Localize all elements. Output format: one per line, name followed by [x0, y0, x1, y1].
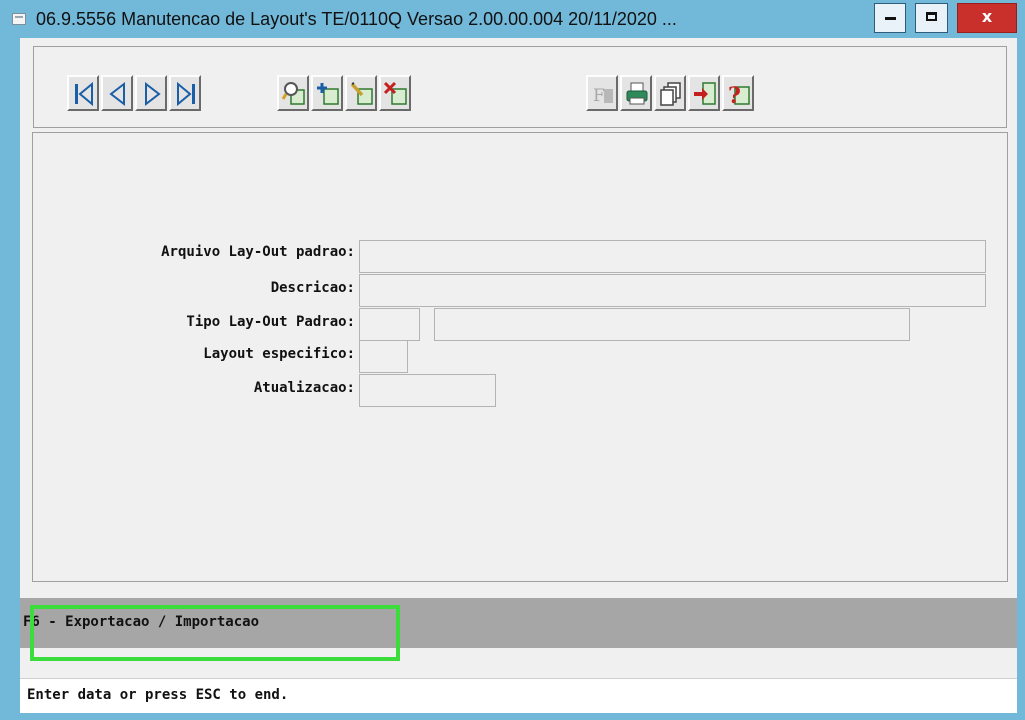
- close-button[interactable]: x: [957, 3, 1017, 33]
- descricao-field[interactable]: [359, 274, 986, 307]
- search-button[interactable]: [277, 75, 309, 111]
- print-icon: [626, 82, 648, 105]
- svg-text:?: ?: [728, 83, 741, 107]
- tipo-description-field: [434, 308, 910, 341]
- help-button[interactable]: ?: [722, 75, 754, 111]
- close-icon: x: [981, 7, 993, 26]
- especifico-label: Layout especifico:: [203, 346, 355, 362]
- delete-record-button[interactable]: [379, 75, 411, 111]
- minimize-button[interactable]: [874, 3, 906, 33]
- status-bar: Enter data or press ESC to end.: [20, 678, 1017, 713]
- delete-record-icon: [384, 81, 407, 105]
- add-record-icon: [317, 83, 339, 105]
- form-panel: Arquivo Lay-Out padrao: Descricao: Tipo …: [32, 132, 1008, 582]
- filter-icon: F: [593, 86, 613, 106]
- tipo-label: Tipo Lay-Out Padrao:: [186, 314, 355, 330]
- first-record-icon: [75, 81, 93, 107]
- arquivo-label: Arquivo Lay-Out padrao:: [161, 244, 355, 260]
- next-record-button[interactable]: [135, 75, 167, 111]
- last-record-button[interactable]: [169, 75, 201, 111]
- atualizacao-field[interactable]: [359, 374, 496, 407]
- edit-record-icon: [350, 82, 373, 105]
- app-icon: [12, 13, 26, 25]
- help-icon: ?: [728, 83, 750, 107]
- last-record-icon: [177, 81, 195, 107]
- client-area: F ? Arquivo Lay-Out padrao: Descricao: T…: [20, 38, 1017, 713]
- copy-icon: [660, 82, 681, 106]
- search-icon: [282, 82, 305, 105]
- title-bar[interactable]: 06.9.5556 Manutencao de Layout's TE/0110…: [0, 0, 1025, 38]
- app-window: 06.9.5556 Manutencao de Layout's TE/0110…: [0, 0, 1025, 720]
- svg-text:F: F: [593, 86, 605, 106]
- maximize-button[interactable]: [915, 3, 948, 33]
- copy-button[interactable]: [654, 75, 686, 111]
- toolbar: F ?: [33, 46, 1007, 128]
- previous-record-button[interactable]: [101, 75, 133, 111]
- previous-record-icon: [109, 81, 125, 107]
- print-button[interactable]: [620, 75, 652, 111]
- descricao-label: Descricao:: [270, 280, 355, 296]
- edit-record-button[interactable]: [345, 75, 377, 111]
- window-title: 06.9.5556 Manutencao de Layout's TE/0110…: [36, 9, 677, 29]
- exit-icon: [694, 82, 716, 105]
- atualizacao-label: Atualizacao:: [253, 380, 355, 396]
- next-record-icon: [145, 81, 161, 107]
- especifico-field[interactable]: [359, 340, 408, 373]
- add-record-button[interactable]: [311, 75, 343, 111]
- arquivo-field[interactable]: [359, 240, 986, 273]
- exit-button[interactable]: [688, 75, 720, 111]
- highlight-box: [30, 605, 400, 661]
- filter-button[interactable]: F: [586, 75, 618, 111]
- first-record-button[interactable]: [67, 75, 99, 111]
- status-message: Enter data or press ESC to end.: [27, 687, 289, 703]
- tipo-code-field[interactable]: [359, 308, 420, 341]
